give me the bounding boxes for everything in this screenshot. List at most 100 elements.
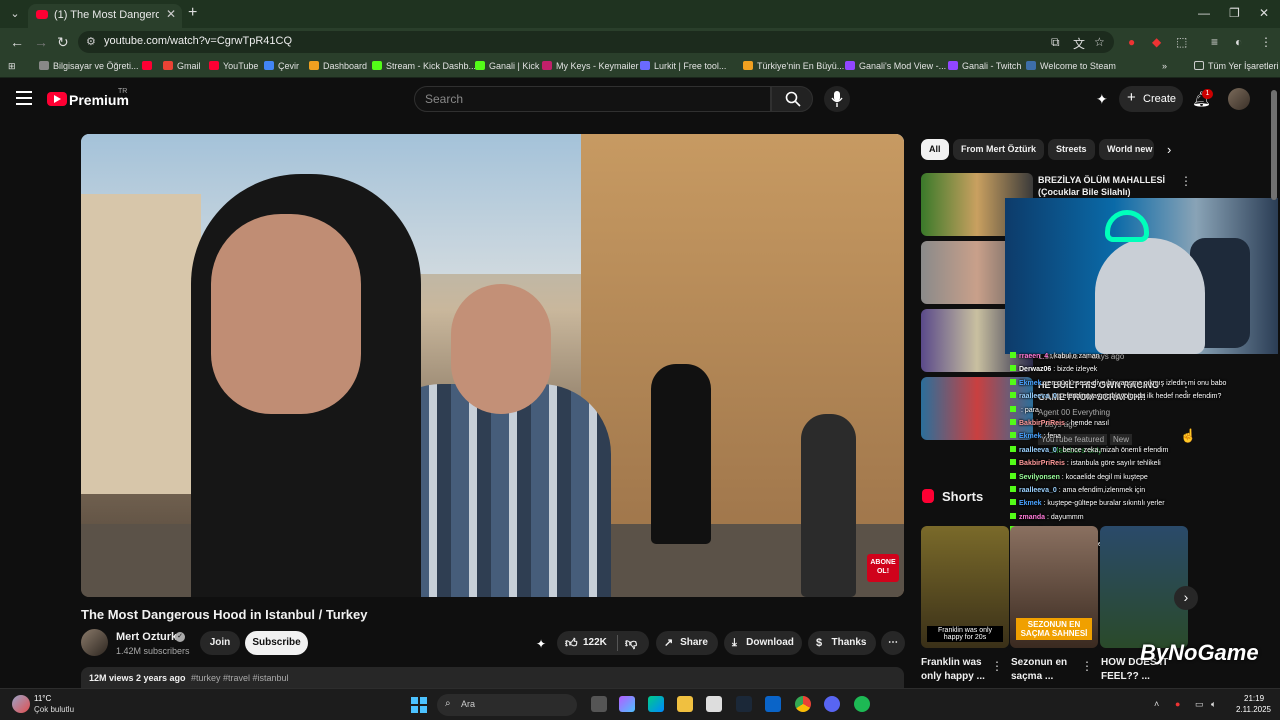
chip-from-channel[interactable]: From Mert Öztürk — [953, 139, 1045, 160]
edge-icon[interactable] — [648, 696, 664, 712]
bookmark-item[interactable]: Ganali's Mod View -... — [845, 61, 946, 71]
file-explorer-icon[interactable] — [677, 696, 693, 712]
close-tab-icon[interactable]: ✕ — [166, 7, 176, 21]
translate-icon[interactable]: 文 — [1073, 35, 1085, 52]
media-icon[interactable]: ≡ — [1211, 35, 1218, 49]
chrome-menu-icon[interactable]: ⋮ — [1260, 35, 1272, 49]
shorts-next-icon[interactable]: › — [1174, 586, 1198, 610]
account-avatar[interactable] — [1228, 88, 1250, 110]
voice-search-button[interactable] — [824, 86, 850, 112]
like-count[interactable]: 122K — [583, 637, 607, 648]
bookmark-item[interactable]: Lurkit | Free tool... — [640, 61, 726, 71]
steam-icon[interactable] — [736, 696, 752, 712]
discord-icon[interactable] — [824, 696, 840, 712]
extension-icon[interactable]: ◆ — [1152, 35, 1161, 49]
bookmark-item[interactable]: Stream - Kick Dashb... — [372, 61, 476, 71]
bookmark-item[interactable] — [142, 61, 156, 71]
chat-message: raalleeva_0 : ama efendim,izlenmek için — [1010, 486, 1145, 494]
short-thumbnail[interactable]: SEZONUN EN SAÇMA SAHNESİ — [1010, 526, 1098, 648]
mic-tray-icon[interactable]: ● — [1175, 699, 1180, 709]
join-button[interactable]: Join — [200, 631, 240, 655]
forward-icon[interactable]: → — [34, 34, 48, 50]
video-player[interactable]: ABONE OL! — [81, 134, 904, 597]
chips-next-icon[interactable]: › — [1167, 142, 1171, 157]
premium-sparkle-icon[interactable]: ✦ — [536, 637, 546, 651]
subscribe-button[interactable]: Subscribe — [245, 631, 308, 655]
bookmark-item[interactable]: YouTube — [209, 61, 258, 71]
bookmark-star-icon[interactable]: ☆ — [1094, 35, 1105, 49]
bookmark-item[interactable]: Bilgisayar ve Öğreti... — [39, 61, 139, 71]
copilot-icon[interactable] — [619, 696, 635, 712]
store-icon[interactable] — [706, 696, 722, 712]
weather-icon[interactable] — [12, 695, 30, 713]
bookmark-item[interactable]: Welcome to Steam — [1026, 61, 1116, 71]
rec-title[interactable]: BREZİLYA ÖLÜM MAHALLESİ (Çocuklar Bile S… — [1038, 174, 1174, 198]
windows-start-icon[interactable] — [411, 697, 427, 713]
bookmark-item[interactable]: Dashboard — [309, 61, 367, 71]
tray-chevron-icon[interactable]: ˄ — [1154, 699, 1159, 709]
maximize-button[interactable]: ❐ — [1229, 6, 1240, 20]
thumbs-up-icon[interactable]: 👍︎ — [565, 631, 578, 655]
bookmark-item[interactable]: Ganali | Kick — [475, 61, 539, 71]
bookmark-item[interactable]: Çevir — [264, 61, 299, 71]
premium-sparkle-icon[interactable]: ✦ — [1096, 91, 1108, 108]
close-window-button[interactable]: ✕ — [1259, 6, 1269, 20]
back-icon[interactable]: ← — [10, 34, 24, 50]
tab-search-button[interactable]: ⌄ — [6, 5, 24, 23]
short-thumbnail[interactable] — [1100, 526, 1188, 648]
profile-icon[interactable]: ◐ — [1235, 35, 1242, 49]
chat-text: bence zeka,mizah önemli efendim — [1062, 446, 1169, 454]
bookmark-item[interactable]: Ganali - Twitch — [948, 61, 1021, 71]
bookmark-item[interactable]: Türkiye'nin En Büyü... — [743, 61, 844, 71]
chrome-icon[interactable] — [795, 696, 811, 712]
share-button[interactable]: ↗ Share — [656, 631, 718, 655]
short-thumbnail[interactable]: Franklin was only happy for 20s — [921, 526, 1009, 648]
hamburger-menu-icon[interactable] — [16, 91, 32, 105]
kick-badge-icon — [1010, 352, 1016, 358]
download-button[interactable]: ⤓ Download — [724, 631, 802, 655]
rec-more-icon[interactable]: ⋮ — [1180, 174, 1192, 188]
search-input[interactable] — [425, 92, 755, 106]
thanks-button[interactable]: $ Thanks — [808, 631, 876, 655]
extensions-puzzle-icon[interactable]: ⬚ — [1176, 35, 1187, 49]
subscriber-count: 1.42M subscribers — [116, 646, 190, 656]
network-icon[interactable]: ▭ — [1195, 699, 1204, 710]
browser-tab-active[interactable]: (1) The Most Dangerous Hood ✕ — [28, 4, 182, 28]
spotify-icon[interactable] — [854, 696, 870, 712]
description-box[interactable]: 12M views 2 years ago #turkey #travel #i… — [81, 667, 904, 689]
bookmark-item[interactable]: My Keys - Keymailer — [542, 61, 639, 71]
youtube-logo-icon[interactable] — [47, 92, 67, 106]
short-more-icon[interactable]: ⋮ — [991, 659, 1003, 673]
reload-icon[interactable]: ↻ — [57, 34, 69, 51]
video-title: The Most Dangerous Hood in Istanbul / Tu… — [81, 607, 368, 622]
short-title[interactable]: Franklin was only happy ... — [921, 656, 999, 684]
more-bookmarks-icon[interactable]: » — [1162, 61, 1167, 71]
task-view-icon[interactable] — [591, 696, 607, 712]
all-bookmarks-folder[interactable]: Tüm Yer İşaretleri — [1194, 61, 1279, 71]
outlook-icon[interactable] — [765, 696, 781, 712]
bookmark-item[interactable]: Gmail — [163, 61, 201, 71]
apps-grid-icon[interactable]: ⊞ — [8, 61, 16, 72]
extension-icon[interactable]: ● — [1128, 35, 1135, 49]
minimize-button[interactable]: — — [1198, 6, 1210, 20]
thumbs-down-icon[interactable]: 👎︎ — [625, 631, 637, 655]
short-more-icon[interactable]: ⋮ — [1081, 659, 1093, 673]
hashtags[interactable]: #turkey #travel #istanbul — [191, 673, 289, 683]
taskbar-search[interactable]: ⌕ Ara — [437, 694, 577, 716]
chip-streets[interactable]: Streets — [1048, 139, 1095, 160]
chip-all[interactable]: All — [921, 139, 949, 160]
create-button[interactable]: + Create — [1119, 86, 1183, 112]
address-bar[interactable]: ⚙ youtube.com/watch?v=CgrwTpR41CQ — [78, 31, 1114, 53]
volume-icon[interactable]: 🔈︎ — [1211, 699, 1216, 710]
new-tab-button[interactable]: + — [188, 4, 197, 22]
video-frame-face — [211, 214, 361, 414]
search-button[interactable] — [771, 86, 813, 112]
install-icon[interactable]: ⧉ — [1051, 35, 1060, 50]
chip-world-news[interactable]: World new — [1099, 139, 1154, 160]
site-info-icon[interactable]: ⚙ — [86, 35, 96, 48]
page-scrollbar[interactable] — [1271, 90, 1277, 200]
channel-name[interactable]: Mert Ozturk — [116, 631, 177, 643]
more-actions-icon[interactable]: ⋯ — [881, 631, 905, 655]
channel-avatar[interactable] — [81, 629, 108, 656]
short-title[interactable]: Sezonun en saçma ... — [1011, 656, 1089, 684]
